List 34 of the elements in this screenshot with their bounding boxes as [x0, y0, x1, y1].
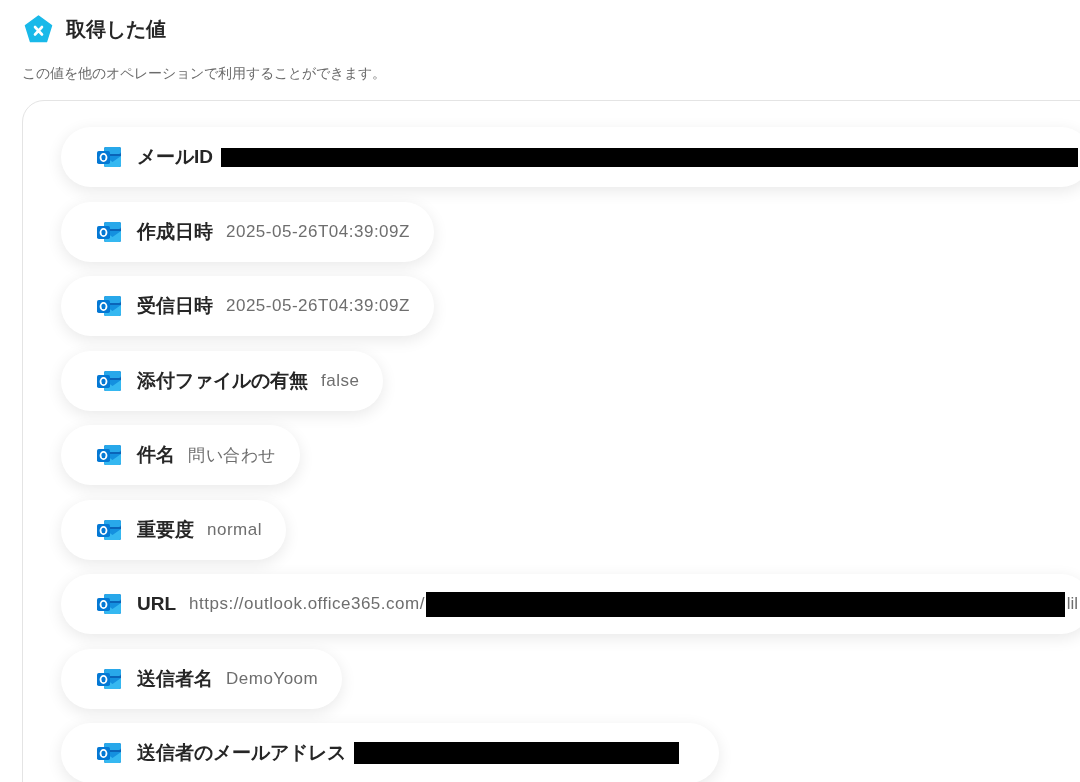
value-label: 重要度	[137, 517, 194, 542]
value-text: normal	[207, 519, 262, 540]
section-description: この値を他のオペレーションで利用することができます。	[22, 64, 387, 83]
value-label: URL	[137, 593, 177, 615]
value-chip[interactable]: メールID	[61, 127, 1080, 187]
value-text: lil	[1066, 594, 1078, 614]
value-text: 2025-05-26T04:39:09Z	[226, 221, 410, 242]
value-chip[interactable]: 添付ファイルの有無 false	[61, 350, 384, 411]
mail-app-icon	[96, 591, 122, 617]
section-title: 取得した値	[66, 17, 166, 42]
value-chip[interactable]: 受信日時 2025-05-26T04:39:09Z	[61, 276, 434, 336]
value-label: メールID	[137, 145, 213, 169]
value-chip[interactable]: URL https://outlook.office365.com/ lil	[61, 574, 1080, 634]
value-label: 受信日時	[137, 294, 213, 318]
value-chip[interactable]: 送信者名 DemoYoom	[61, 648, 343, 709]
mail-app-icon	[96, 293, 122, 319]
value-text: false	[321, 370, 360, 391]
value-chip[interactable]: 重要度 normal	[61, 499, 286, 560]
value-chip[interactable]: 件名 問い合わせ	[61, 425, 300, 485]
mail-app-icon	[96, 442, 122, 468]
value-label: 件名	[137, 443, 175, 467]
value-label: 送信者のメールアドレス	[137, 741, 346, 765]
value-text: 2025-05-26T04:39:09Z	[226, 296, 410, 316]
value-label: 添付ファイルの有無	[137, 368, 308, 393]
value-label: 送信者名	[137, 666, 213, 691]
value-text: DemoYoom	[226, 668, 319, 689]
value-text: https://outlook.office365.com/	[189, 594, 425, 614]
mail-app-icon	[96, 144, 122, 170]
value-chip[interactable]: 作成日時 2025-05-26T04:39:09Z	[61, 201, 434, 262]
mail-app-icon	[96, 740, 122, 766]
value-label: 作成日時	[137, 219, 213, 244]
value-chip[interactable]: 送信者のメールアドレス	[61, 723, 719, 782]
pentagon-logo-icon	[24, 15, 53, 43]
value-text: 問い合わせ	[188, 444, 276, 467]
